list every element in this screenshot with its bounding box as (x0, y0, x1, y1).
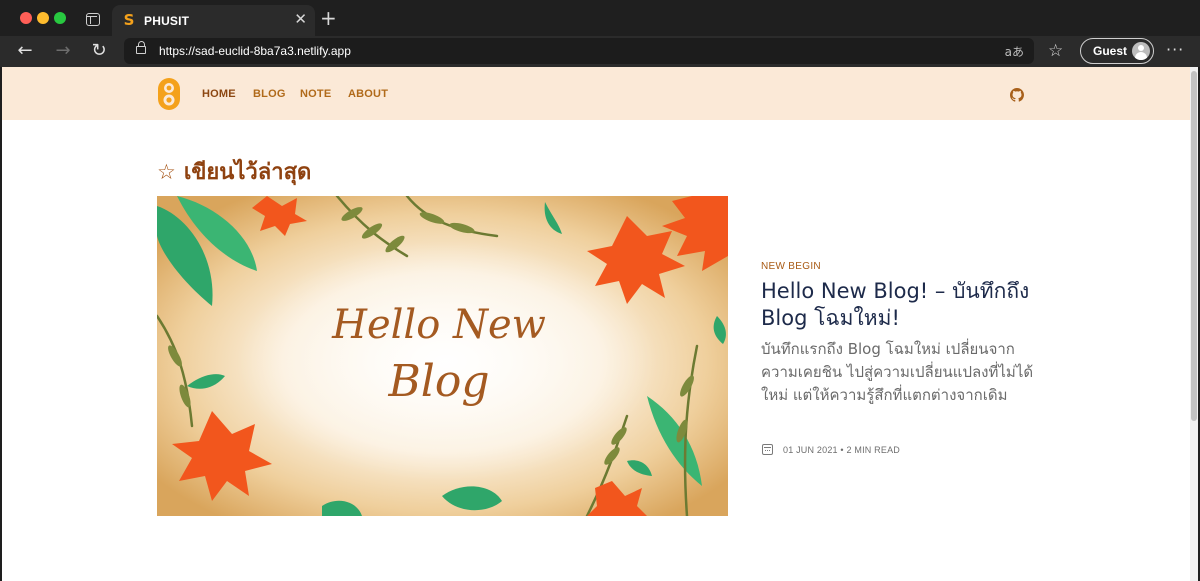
address-bar[interactable]: https://sad-euclid-8ba7a3.netlify.app aあ (124, 38, 1034, 64)
forward-icon[interactable]: → (52, 40, 74, 62)
more-icon[interactable]: ··· (1166, 40, 1184, 60)
url-text[interactable]: https://sad-euclid-8ba7a3.netlify.app (159, 44, 351, 58)
post-cover-image[interactable]: Hello New Blog (157, 196, 728, 516)
tab-title: PHUSIT (144, 14, 190, 28)
nav-blog[interactable]: BLOG (253, 88, 286, 100)
site-logo[interactable] (157, 77, 181, 111)
calendar-icon (762, 444, 773, 455)
nav-about[interactable]: ABOUT (348, 88, 388, 100)
close-window-button[interactable] (20, 12, 32, 24)
post-tag[interactable]: NEW BEGIN (761, 261, 821, 272)
favorites-icon[interactable]: ☆ (1048, 40, 1063, 62)
tab-bar: S PHUSIT ✕ + (0, 0, 1200, 36)
page-scrollbar[interactable] (1190, 67, 1198, 581)
maximize-window-button[interactable] (54, 12, 66, 24)
avatar (1132, 42, 1150, 60)
cover-text-line2: Blog (387, 356, 489, 407)
web-page: HOME BLOG NOTE ABOUT ☆ เขียนไว้ล่าสุด He… (2, 67, 1198, 581)
nav-home[interactable]: HOME (202, 88, 236, 100)
lock-icon[interactable] (136, 41, 146, 54)
browser-chrome: S PHUSIT ✕ + ← → ↻ https://sad-euclid-8b… (0, 0, 1200, 67)
minimize-window-button[interactable] (37, 12, 49, 24)
section-heading: ☆ เขียนไว้ล่าสุด (157, 154, 311, 189)
favicon-icon: S (123, 11, 135, 29)
cover-text-line1: Hello New (331, 302, 546, 348)
post-meta: 01 JUN 2021 • 2 MIN READ (762, 444, 900, 455)
post-title[interactable]: Hello New Blog! – บันทึกถึง Blog โฉมใหม่… (761, 278, 1051, 332)
new-tab-icon[interactable]: + (320, 6, 337, 30)
close-icon[interactable]: ✕ (294, 11, 307, 29)
read-aloud-icon[interactable]: aあ (1005, 43, 1024, 60)
reload-icon[interactable]: ↻ (88, 40, 110, 62)
back-icon[interactable]: ← (14, 40, 36, 62)
post-meta-text: 01 JUN 2021 • 2 MIN READ (783, 444, 900, 455)
site-header: HOME BLOG NOTE ABOUT (2, 67, 1190, 120)
scrollbar-thumb[interactable] (1191, 71, 1197, 421)
post-excerpt: บันทึกแรกถึง Blog โฉมใหม่ เปลี่ยนจากความ… (761, 340, 1034, 404)
profile-button[interactable]: Guest (1080, 38, 1154, 64)
browser-tab[interactable]: S PHUSIT ✕ (112, 5, 315, 36)
star-icon: ☆ (157, 159, 176, 184)
tab-actions-icon[interactable] (86, 13, 100, 26)
github-icon[interactable] (1010, 88, 1024, 102)
profile-label: Guest (1093, 44, 1128, 58)
nav-note[interactable]: NOTE (300, 88, 331, 100)
section-title: เขียนไว้ล่าสุด (183, 160, 312, 185)
